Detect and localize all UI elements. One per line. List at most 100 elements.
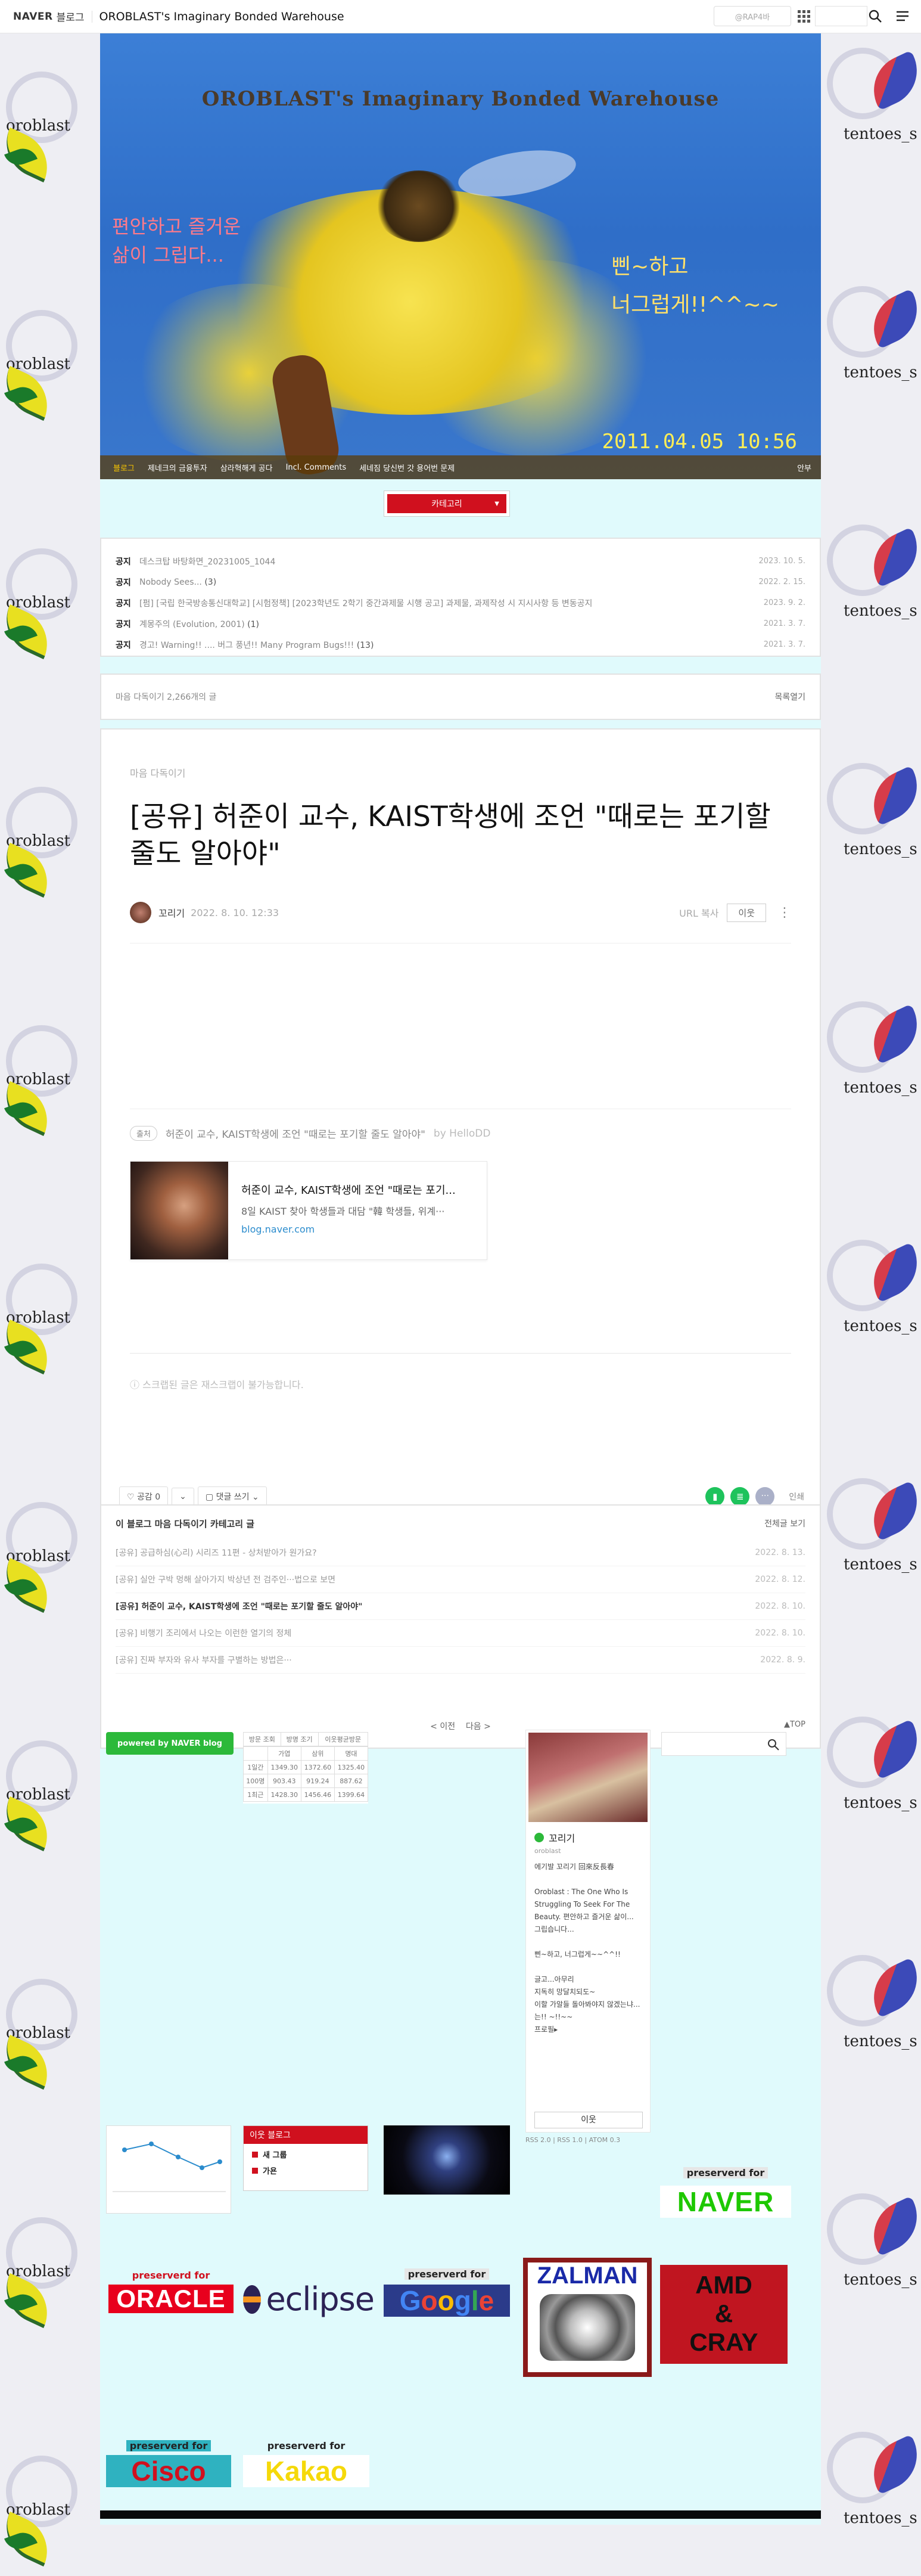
menu-item[interactable]: 삼라혁해게 공다 [220,462,273,473]
like-dropdown[interactable]: ⌄ [172,1488,194,1506]
notice-item[interactable]: 공지 데스크탑 바탕화면_20231005_1044 2023. 10. 5. [116,551,805,572]
cooler-fan-image [540,2294,635,2361]
zalman-logo: ZALMAN [528,2262,647,2289]
neighbor-menu-title[interactable]: 이웃 블로그 [244,2126,368,2144]
more-options-icon[interactable]: ⋮ [778,905,791,920]
related-post-item[interactable]: [공유] 비행기 조리에서 나오는 이런한 열기의 정체 2022. 8. 10. [116,1620,805,1647]
notice-item[interactable]: 공지 [펌] [국립 한국방송통신대학교] [시험정책] [2023학년도 2학기… [116,592,805,613]
blog-main-column: OROBLAST's Imaginary Bonded Warehouse 편안… [100,33,821,2525]
avatar[interactable] [130,902,151,923]
category-dropdown[interactable]: 카테고리 ▼ [384,491,510,517]
print-button[interactable]: 인쇄 [789,1491,804,1503]
blog-logo[interactable]: 블로그 [57,9,85,24]
stats-cell: 1349.30 [267,1760,301,1774]
related-post-title[interactable]: [공유] 공급하심(心리) 시리즈 11편 - 상처받아가 원가요? [116,1547,317,1559]
related-post-item[interactable]: [공유] 실안 구박 멍해 살아가지 박상년 전 검주인···법으로 보면 202… [116,1566,805,1593]
naver-brand-banner[interactable]: preserverd for NAVER [660,2167,791,2218]
comment-button[interactable]: ▢ 댓글 쓰기 ⌄ [197,1486,267,1507]
stats-tab[interactable]: 방문 조회 [243,1732,281,1746]
post-category[interactable]: 마음 다독이기 [130,765,185,780]
card-thumbnail [130,1162,228,1259]
notice-title[interactable]: [펌] [국립 한국방송통신대학교] [시험정책] [2023학년도 2학기 중… [139,597,764,609]
stats-tab[interactable]: 이웃평균방문 [318,1732,369,1746]
menu-item[interactable]: 제네크의 금융투자 [148,462,207,473]
notice-title[interactable]: Nobody Sees... (3) [139,578,758,587]
rss-links[interactable]: RSS 2.0 | RSS 1.0 | ATOM 0.3 [525,2136,620,2144]
profile-neighbor-button[interactable]: 이웃 [534,2112,643,2128]
comment-label: 댓글 쓰기 [216,1492,250,1502]
eclipse-logo-icon [243,2285,262,2314]
google-brand-banner[interactable]: preserverd for Google [384,2268,510,2317]
phrase-line: 삔~하고 [611,255,689,279]
cisco-brand-banner[interactable]: preserverd for Cisco [106,2440,231,2487]
profile-name[interactable]: 꼬리기 [549,1830,575,1845]
neighbor-button[interactable]: 이웃 [727,903,766,922]
powered-by-naver-badge[interactable]: powered by NAVER blog [106,1732,234,1755]
menu-item-guestbook[interactable]: 안부 [797,462,811,473]
header-phrase-left: 편안하고 즐거운 삶이 그립다... [112,212,241,269]
blog-title[interactable]: OROBLAST's Imaginary Bonded Warehouse [99,10,344,23]
eclipse-brand-banner[interactable]: eclipse [243,2280,375,2318]
related-post-item[interactable]: [공유] 공급하심(心리) 시리즈 11편 - 상처받아가 원가요? 2022. … [116,1540,805,1566]
notice-item[interactable]: 공지 경고! Warning!! .... 버그 풍년!! Many Progra… [116,634,805,655]
notice-date: 2023. 9. 2. [763,598,805,607]
notice-item[interactable]: 공지 계몽주의 (Evolution, 2001) (1) 2021. 3. 7. [116,613,805,634]
photo-datestamp: 2011.04.05 10:56 [602,430,797,454]
menu-item[interactable]: 새 그룹 [252,2149,359,2160]
background-tile-left: oroblast [0,1013,101,1137]
author-name[interactable]: 꼬리기 [158,905,185,920]
grid-icon[interactable] [796,8,811,24]
notice-item[interactable]: 공지 Nobody Sees... (3) 2022. 2. 15. [116,572,805,592]
url-copy-button[interactable]: URL 복사 [679,905,718,920]
menu-item-blog[interactable]: 블로그 [113,462,135,473]
oracle-brand-banner[interactable]: preserverd for ORACLE [108,2270,234,2313]
next-button[interactable]: 다음 > [466,1722,491,1731]
pagination: < 이전 다음 > [101,1720,820,1732]
profile-id: oroblast [534,1847,561,1855]
naver-logo[interactable]: NAVER [13,11,53,23]
bg-text: tentoes_s [844,840,917,858]
menu-item[interactable]: 가욘 [252,2165,359,2176]
list-icon[interactable]: ≣ [730,1487,750,1506]
related-posts: 이 블로그 마음 다독이기 카테고리 글 전체글 보기 [공유] 공급하심(心리)… [100,1504,821,1749]
kakao-brand-banner[interactable]: preserverd for Kakao [243,2440,369,2487]
link-preview-card[interactable]: 허준이 교수, KAIST학생에 조언 "때로는 포기... 8일 KAIST … [130,1161,487,1260]
ampersand-text: & [714,2299,733,2327]
source-author[interactable]: by HelloDD [434,1128,491,1140]
related-post-item[interactable]: [공유] 진짜 부자와 유사 부자를 구별하는 방법은··· 2022. 8. 9… [116,1647,805,1674]
view-all-posts-button[interactable]: 전체글 보기 [764,1517,805,1530]
search-box[interactable] [815,6,867,26]
top-button[interactable]: ▲TOP [784,1720,805,1729]
ad-search-field[interactable]: @RAP4바 [714,6,791,26]
related-post-title[interactable]: [공유] 진짜 부자와 유사 부자를 구별하는 방법은··· [116,1654,292,1666]
more-icon[interactable]: ··· [755,1487,775,1506]
profile-photo[interactable] [528,1733,648,1822]
zalman-banner[interactable]: ZALMAN [523,2258,652,2377]
like-button[interactable]: ♡ 공감 0 [119,1486,169,1507]
notice-title[interactable]: 데스크탑 바탕화면_20231005_1044 [139,555,758,567]
amd-cray-banner[interactable]: AMD & CRAY [660,2265,788,2364]
search-icon[interactable] [867,8,883,24]
source-title[interactable]: 허준이 교수, KAIST학생에 조언 "때로는 포기할 줄도 알아야" [166,1126,425,1141]
bg-text: tentoes_s [844,2271,917,2289]
notice-title[interactable]: 계몽주의 (Evolution, 2001) (1) [139,618,764,630]
open-list-button[interactable]: 목록열기 [774,691,805,703]
menu-item[interactable]: Incl. Comments [286,463,347,472]
stats-cell: 1399.64 [334,1787,369,1802]
menu-item[interactable]: 세네짐 당신번 갓 용어번 문제 [359,462,455,473]
eclipse-logo: eclipse [266,2280,375,2318]
notice-title[interactable]: 경고! Warning!! .... 버그 풍년!! Many Program … [139,639,764,651]
background-tile-left: oroblast [0,1252,101,1375]
related-post-title[interactable]: [공유] 실안 구박 멍해 살아가지 박상년 전 검주인···법으로 보면 [116,1573,335,1585]
prev-button[interactable]: < 이전 [430,1722,455,1731]
bookmark-icon[interactable]: ▮ [705,1487,725,1506]
category-button[interactable]: 카테고리 ▼ [387,494,506,513]
stats-tab[interactable]: 방명 조기 [280,1732,319,1746]
related-post-title[interactable]: [공유] 허준이 교수, KAIST학생에 조언 "때로는 포기할 줄도 알아야… [116,1600,362,1612]
sidebar-search-input[interactable] [661,1732,786,1756]
menu-icon[interactable] [895,8,910,24]
related-post-title[interactable]: [공유] 비행기 조리에서 나오는 이런한 열기의 정체 [116,1627,291,1639]
search-icon[interactable] [767,1738,780,1751]
related-post-item[interactable]: [공유] 허준이 교수, KAIST학생에 조언 "때로는 포기할 줄도 알아야… [116,1593,805,1620]
phrase-line: 삶이 그립다... [112,244,224,266]
